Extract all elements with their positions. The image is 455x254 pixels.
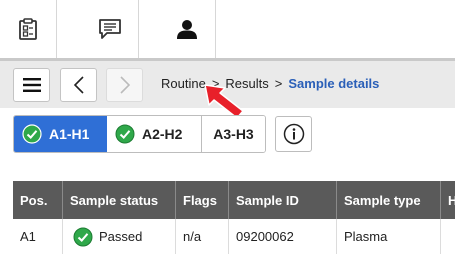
table-row[interactable]: A1 Passed n/a 09200062 Plasma [13, 219, 455, 254]
table-header: Pos. Sample status Flags Sample ID Sampl… [13, 181, 455, 219]
breadcrumb-sample-details: Sample details [288, 76, 380, 91]
cell-sample-type: Plasma [337, 219, 441, 254]
breadcrumb-separator: > [274, 76, 283, 91]
back-button[interactable] [60, 68, 97, 102]
column-header-pos[interactable]: Pos. [13, 181, 63, 219]
message-icon [99, 19, 121, 39]
sample-table: Pos. Sample status Flags Sample ID Sampl… [13, 181, 455, 254]
column-header-sample-status[interactable]: Sample status [63, 181, 176, 219]
check-circle-icon [73, 227, 93, 246]
column-header-h[interactable]: H [441, 181, 455, 219]
check-circle-icon [115, 124, 135, 144]
back-icon [73, 76, 84, 94]
segment-label: A3-H3 [213, 126, 254, 142]
cell-h [441, 219, 455, 254]
clipboard-icon [19, 18, 37, 40]
status-text: Passed [99, 229, 143, 244]
column-header-sample-id[interactable]: Sample ID [229, 181, 337, 219]
column-header-sample-type[interactable]: Sample type [337, 181, 441, 219]
user-button[interactable] [159, 0, 216, 58]
breadcrumb-routine[interactable]: Routine [161, 76, 206, 91]
check-circle-icon [22, 124, 42, 144]
cell-flags: n/a [176, 219, 229, 254]
menu-button[interactable] [13, 68, 50, 102]
cell-pos: A1 [13, 219, 63, 254]
info-icon [283, 123, 304, 145]
messages-button[interactable] [82, 0, 139, 58]
forward-button[interactable] [106, 68, 143, 102]
breadcrumb: Routine > Results > Sample details [161, 76, 379, 91]
clipboard-button[interactable] [0, 0, 57, 58]
forward-icon [119, 76, 130, 94]
top-bar [0, 0, 455, 61]
plate-range-selector: A1-H1 A2-H2 A3-H3 [13, 115, 266, 153]
segment-a1-h1[interactable]: A1-H1 [14, 116, 107, 152]
column-header-flags[interactable]: Flags [176, 181, 229, 219]
cell-sample-status: Passed [63, 219, 176, 254]
segment-a3-h3[interactable]: A3-H3 [202, 116, 265, 152]
segment-a2-h2[interactable]: A2-H2 [107, 116, 202, 152]
cell-sample-id: 09200062 [229, 219, 337, 254]
menu-icon [22, 78, 41, 92]
segment-label: A2-H2 [142, 126, 183, 142]
segment-label: A1-H1 [49, 126, 90, 142]
info-button[interactable] [275, 116, 312, 152]
cursor-arrow-icon [204, 84, 244, 119]
user-icon [177, 20, 197, 39]
